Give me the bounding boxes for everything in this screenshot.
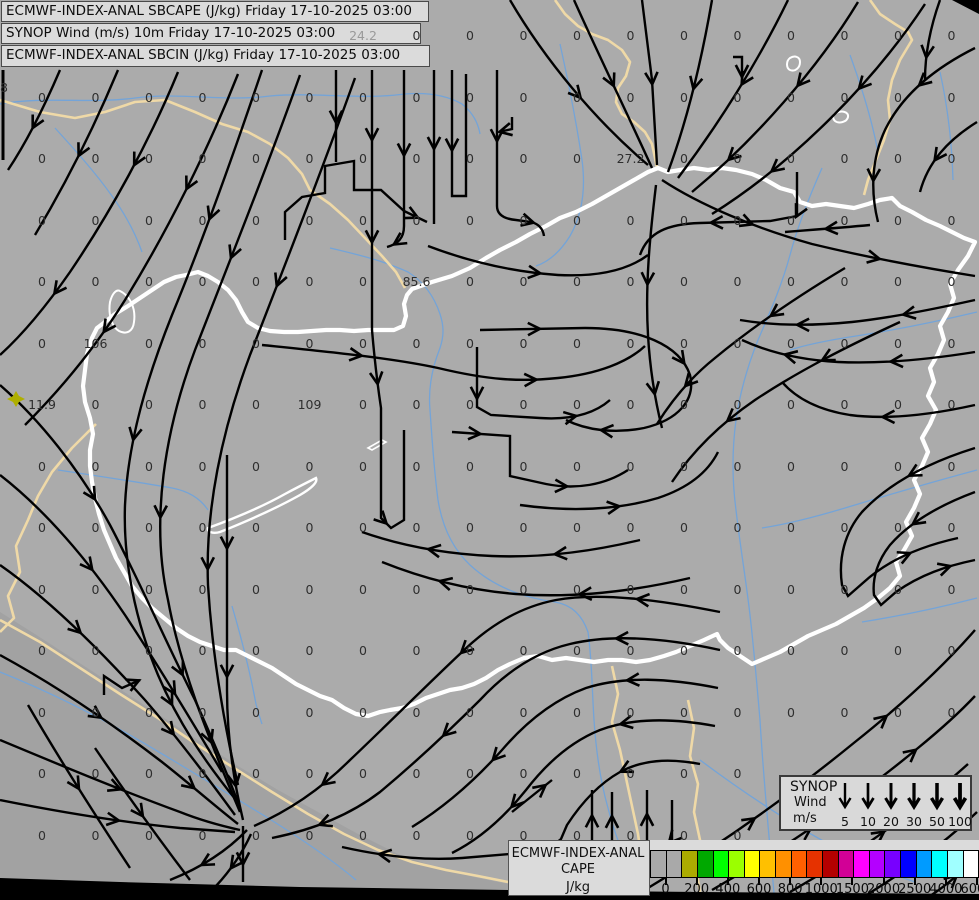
cape-legend: ECMWF-INDEX-ANAL CAPE J/kg 0 200 400 600 800…	[508, 838, 979, 898]
cape-legend-source: ECMWF-INDEX-ANAL	[511, 846, 645, 861]
wind-speed-label: 100	[948, 814, 972, 829]
cape-color-cell	[947, 851, 964, 877]
wind-legend: SYNOP Wind m/s 5 10 20 30 50 100	[779, 775, 972, 831]
cape-color-cell	[666, 851, 683, 877]
cape-color-cell	[963, 851, 979, 877]
cape-color-cell	[869, 851, 886, 877]
cape-color-cell	[807, 851, 823, 877]
cape-color-cell	[713, 851, 730, 877]
wind-speed-arrows	[838, 783, 968, 811]
title-line-sbcin: ECMWF-INDEX-ANAL SBCIN (J/kg) Friday 17-…	[1, 45, 430, 67]
cape-color-cell	[916, 851, 933, 877]
cape-color-cell	[854, 851, 870, 877]
cape-colorbar	[650, 850, 979, 878]
cape-color-cell	[932, 851, 948, 877]
weather-map	[0, 0, 979, 900]
cape-color-cell	[682, 851, 698, 877]
weather-map-app: ECMWF-INDEX-ANAL SBCAPE (J/kg) Friday 17…	[0, 0, 979, 900]
cape-legend-strip	[650, 840, 979, 850]
cape-color-cell	[697, 851, 714, 877]
cape-color-cell	[885, 851, 901, 877]
cape-color-cell	[822, 851, 839, 877]
cape-color-cell	[760, 851, 776, 877]
cape-legend-units: J/kg	[566, 880, 590, 895]
cape-tick-label: 6000	[960, 882, 979, 897]
cape-color-cell	[651, 851, 667, 877]
cape-legend-param: CAPE	[560, 862, 596, 877]
cape-color-cell	[776, 851, 792, 877]
cape-color-cell	[838, 851, 855, 877]
title-line-wind: SYNOP Wind (m/s) 10m Friday 17-10-2025 0…	[1, 23, 421, 44]
cape-color-cell	[791, 851, 808, 877]
cape-color-cell	[901, 851, 917, 877]
cape-color-cell	[729, 851, 745, 877]
title-line-sbcape: ECMWF-INDEX-ANAL SBCAPE (J/kg) Friday 17…	[1, 1, 429, 22]
cape-color-cell	[744, 851, 761, 877]
